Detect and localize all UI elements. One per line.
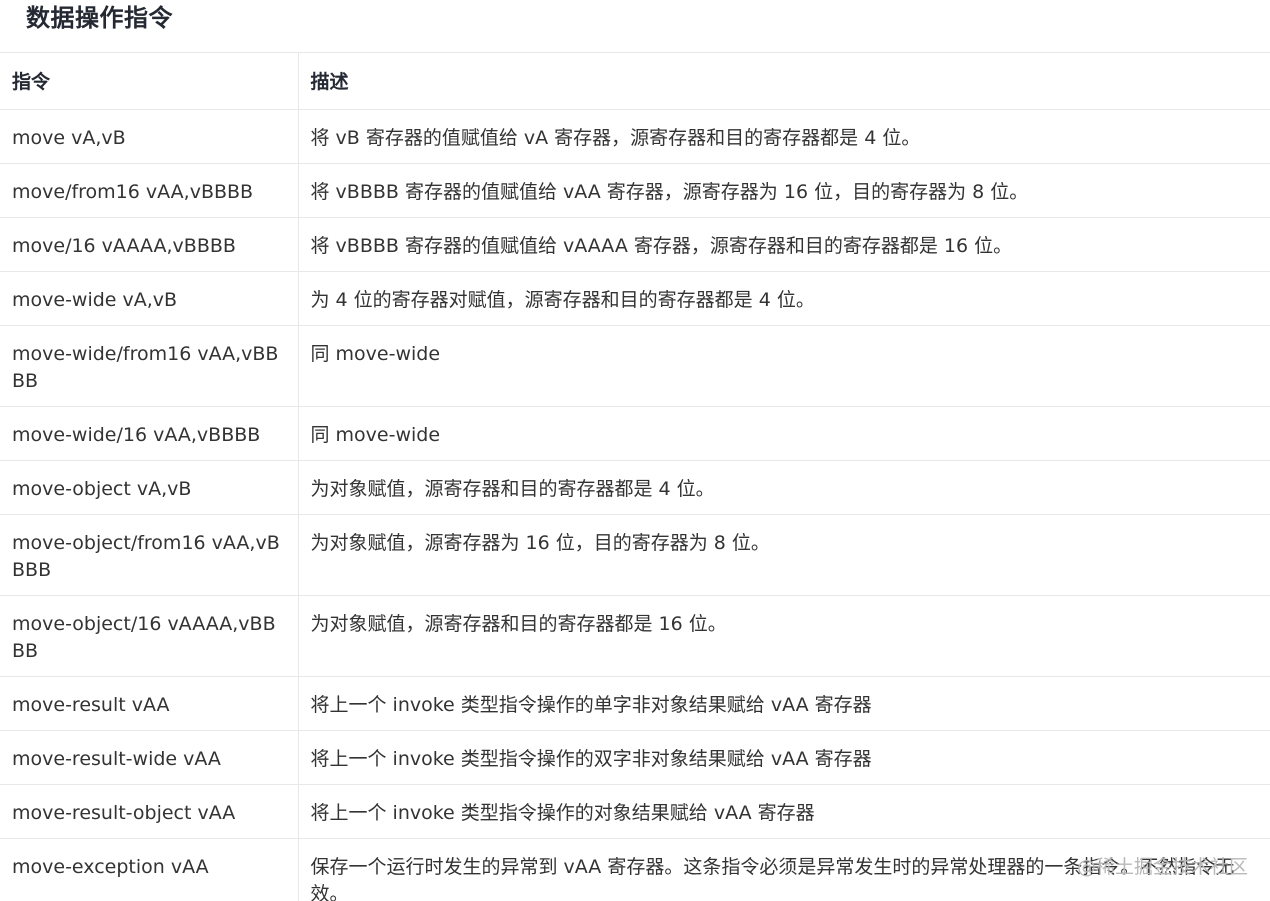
table-row: move/from16 vAA,vBBBB 将 vBBBB 寄存器的值赋值给 v… [0,163,1270,218]
description-cell: 将上一个 invoke 类型指令操作的双字非对象结果赋给 vAA 寄存器 [298,730,1270,785]
instruction-cell: move-result vAA [0,676,299,731]
header-instruction: 指令 [0,52,299,110]
instruction-cell: move-wide vA,vB [0,271,299,326]
description-cell: 为 4 位的寄存器对赋值，源寄存器和目的寄存器都是 4 位。 [298,271,1270,326]
description-cell: 为对象赋值，源寄存器和目的寄存器都是 4 位。 [298,460,1270,515]
instruction-cell: move/16 vAAAA,vBBBB [0,217,299,272]
instruction-cell: move-exception vAA [0,838,299,901]
description-cell: 同 move-wide [298,325,1270,407]
table-header-row: 指令 描述 [0,52,1270,110]
instruction-cell: move-wide/from16 vAA,vBBBB [0,325,299,407]
instruction-cell: move-wide/16 vAA,vBBBB [0,406,299,461]
table-row: move-result vAA 将上一个 invoke 类型指令操作的单字非对象… [0,676,1270,731]
table-row: move-object/from16 vAA,vBBBB 为对象赋值，源寄存器为… [0,514,1270,596]
table-row: move-result-wide vAA 将上一个 invoke 类型指令操作的… [0,730,1270,785]
description-cell: 将 vBBBB 寄存器的值赋值给 vAA 寄存器，源寄存器为 16 位，目的寄存… [298,163,1270,218]
instruction-table-container: 指令 描述 move vA,vB 将 vB 寄存器的值赋值给 vA 寄存器，源寄… [0,52,1270,901]
instruction-cell: move/from16 vAA,vBBBB [0,163,299,218]
table-row: move/16 vAAAA,vBBBB 将 vBBBB 寄存器的值赋值给 vAA… [0,217,1270,272]
page: 数据操作指令 指令 描述 move vA,vB 将 vB 寄存器的值赋值给 vA… [0,0,1270,901]
instruction-cell: move-result-object vAA [0,784,299,839]
instruction-cell: move-object/from16 vAA,vBBBB [0,514,299,596]
description-cell: 将 vB 寄存器的值赋值给 vA 寄存器，源寄存器和目的寄存器都是 4 位。 [298,109,1270,164]
header-description: 描述 [298,52,1270,110]
description-cell: 将上一个 invoke 类型指令操作的对象结果赋给 vAA 寄存器 [298,784,1270,839]
description-cell: 为对象赋值，源寄存器为 16 位，目的寄存器为 8 位。 [298,514,1270,596]
description-cell: 将上一个 invoke 类型指令操作的单字非对象结果赋给 vAA 寄存器 [298,676,1270,731]
description-cell: 同 move-wide [298,406,1270,461]
table-row: move-wide/from16 vAA,vBBBB 同 move-wide [0,325,1270,407]
instruction-cell: move vA,vB [0,109,299,164]
table-row: move-object/16 vAAAA,vBBBB 为对象赋值，源寄存器和目的… [0,595,1270,677]
table-row: move-wide vA,vB 为 4 位的寄存器对赋值，源寄存器和目的寄存器都… [0,271,1270,326]
instruction-table: 指令 描述 move vA,vB 将 vB 寄存器的值赋值给 vA 寄存器，源寄… [0,52,1270,901]
table-row: move-object vA,vB 为对象赋值，源寄存器和目的寄存器都是 4 位… [0,460,1270,515]
instruction-cell: move-object/16 vAAAA,vBBBB [0,595,299,677]
table-row: move-result-object vAA 将上一个 invoke 类型指令操… [0,784,1270,839]
description-cell: 为对象赋值，源寄存器和目的寄存器都是 16 位。 [298,595,1270,677]
description-cell: 将 vBBBB 寄存器的值赋值给 vAAAA 寄存器，源寄存器和目的寄存器都是 … [298,217,1270,272]
watermark: @稀土掘金技术社区 [1076,856,1248,878]
instruction-cell: move-object vA,vB [0,460,299,515]
table-row: move vA,vB 将 vB 寄存器的值赋值给 vA 寄存器，源寄存器和目的寄… [0,109,1270,164]
page-title: 数据操作指令 [26,4,173,32]
instruction-cell: move-result-wide vAA [0,730,299,785]
table-row: move-wide/16 vAA,vBBBB 同 move-wide [0,406,1270,461]
